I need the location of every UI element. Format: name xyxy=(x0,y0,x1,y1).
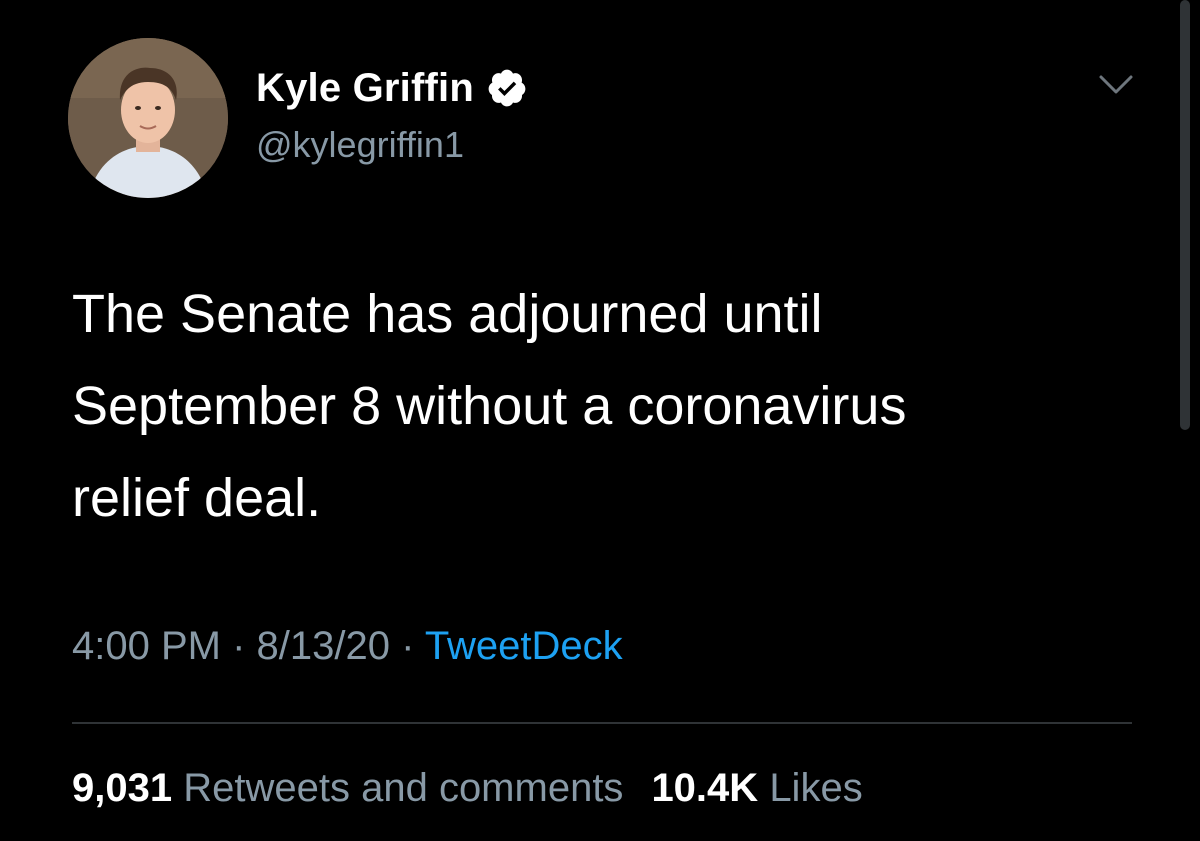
tweet-text-line: The Senate has adjourned until xyxy=(72,284,823,344)
retweets-count: 9,031 xyxy=(72,766,173,810)
likes-label: Likes xyxy=(769,766,863,810)
author-handle[interactable]: @kylegriffin1 xyxy=(256,124,464,166)
meta-separator: · xyxy=(220,624,257,668)
meta-separator: · xyxy=(389,624,425,668)
divider xyxy=(72,722,1132,724)
avatar-photo xyxy=(68,38,228,198)
tweet-date[interactable]: 8/13/20 xyxy=(257,624,390,668)
tweet-text-line: relief deal. xyxy=(72,468,322,528)
likes-count: 10.4K xyxy=(651,766,759,810)
author-display-name[interactable]: Kyle Griffin xyxy=(256,66,474,111)
tweet-text: The Senate has adjourned until September… xyxy=(72,268,1132,544)
tweet-time[interactable]: 4:00 PM xyxy=(72,624,221,668)
author-name-row[interactable]: Kyle Griffin xyxy=(256,62,528,114)
tweet-text-line: September 8 without a coronavirus xyxy=(72,376,907,436)
tweet-stats: 9,031 Retweets and comments 10.4K Likes xyxy=(72,766,863,811)
tweet-source-link[interactable]: TweetDeck xyxy=(425,624,623,668)
retweets-stat[interactable]: 9,031 Retweets and comments xyxy=(72,766,623,810)
scrollbar[interactable] xyxy=(1180,0,1190,430)
tweet-meta: 4:00 PM · 8/13/20 · TweetDeck xyxy=(72,624,623,669)
likes-stat[interactable]: 10.4K Likes xyxy=(651,766,862,810)
retweets-label: Retweets and comments xyxy=(183,766,624,810)
verified-badge-icon xyxy=(486,67,528,109)
chevron-down-icon[interactable] xyxy=(1098,72,1134,98)
avatar[interactable] xyxy=(68,38,228,198)
